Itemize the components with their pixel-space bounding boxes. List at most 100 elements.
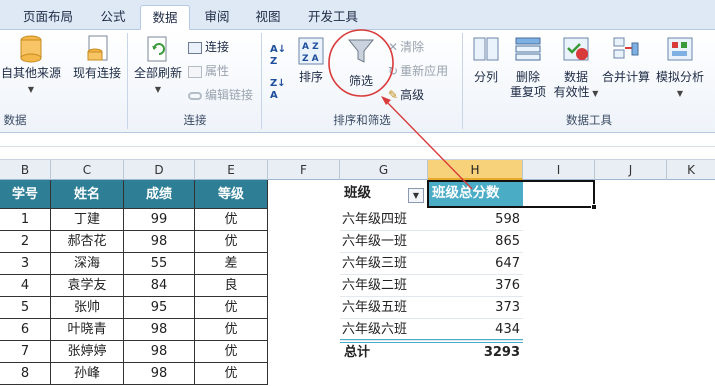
cell-grade[interactable]: 差: [195, 253, 268, 275]
connections-label: 连接: [205, 40, 230, 54]
cell-student-name[interactable]: 深海: [51, 253, 124, 275]
cell-score[interactable]: 98: [124, 363, 195, 385]
existing-connections-button[interactable]: 现有连接: [66, 34, 128, 81]
cell-class-score[interactable]: 376: [428, 275, 520, 297]
cell-grade[interactable]: 优: [195, 319, 268, 341]
filter-dropdown-icon[interactable]: ▼: [408, 188, 424, 203]
cell-score[interactable]: 98: [124, 341, 195, 363]
what-if-analysis-button[interactable]: 模拟分析 ▼: [652, 34, 708, 101]
column-header-i[interactable]: I: [523, 160, 595, 180]
worksheet-grid[interactable]: 学号 姓名 成绩 等级 1 丁建 99 优 2 郝杏花 98 优 3 深海 55 差 4 袁学友 84 良 5 张帅 95 优…: [0, 180, 715, 386]
cell-student-name[interactable]: 丁建: [51, 209, 124, 231]
cell-class-name[interactable]: 六年级一班: [342, 231, 428, 253]
cell-grade[interactable]: 优: [195, 209, 268, 231]
cell-score[interactable]: 99: [124, 209, 195, 231]
cell-score[interactable]: 98: [124, 319, 195, 341]
total-value[interactable]: 3293: [428, 342, 520, 364]
header-grade[interactable]: 等级: [195, 180, 268, 209]
column-header-c[interactable]: C: [51, 160, 124, 180]
fill-handle[interactable]: [591, 204, 597, 210]
group-separator: [462, 33, 463, 129]
header-score[interactable]: 成绩: [124, 180, 195, 209]
refresh-icon: [147, 36, 167, 62]
column-header-h[interactable]: H: [428, 160, 523, 180]
edit-links-button[interactable]: 编辑链接: [188, 86, 253, 104]
connections-button[interactable]: 连接: [188, 38, 229, 56]
properties-button[interactable]: 属性: [188, 62, 229, 80]
cell-class-score[interactable]: 647: [428, 253, 520, 275]
cell-student-name[interactable]: 孙峰: [51, 363, 124, 385]
reapply-button[interactable]: ↻ 重新应用: [388, 62, 448, 80]
cell-student-id[interactable]: 4: [0, 275, 51, 297]
what-if-icon: [667, 37, 693, 61]
tab-developer[interactable]: 开发工具: [298, 5, 368, 30]
cell-student-id[interactable]: 6: [0, 319, 51, 341]
clear-filter-button[interactable]: ✕ 清除: [388, 38, 424, 56]
cell-student-id[interactable]: 3: [0, 253, 51, 275]
tab-page-layout[interactable]: 页面布局: [12, 5, 84, 30]
column-header-d[interactable]: D: [124, 160, 195, 180]
cell-student-name[interactable]: 张婷婷: [51, 341, 124, 363]
tab-formulas[interactable]: 公式: [88, 5, 138, 30]
cell-class-name[interactable]: 六年级五班: [342, 297, 428, 319]
filter-button[interactable]: 筛选: [340, 36, 382, 89]
cell-score[interactable]: 55: [124, 253, 195, 275]
sort-az-button[interactable]: A↓ Z: [270, 44, 286, 67]
cell-class-score[interactable]: 373: [428, 297, 520, 319]
remove-duplicates-button[interactable]: 删除 重复项: [508, 34, 548, 100]
cell-grade[interactable]: 良: [195, 275, 268, 297]
svg-text:A Z: A Z: [302, 42, 319, 52]
group-label-data-tools: 数据工具: [566, 113, 612, 127]
cell-student-name[interactable]: 袁学友: [51, 275, 124, 297]
column-header-b[interactable]: B: [0, 160, 51, 180]
consolidate-button[interactable]: 合并计算: [600, 34, 652, 85]
tab-view[interactable]: 视图: [244, 5, 292, 30]
cell-student-id[interactable]: 7: [0, 341, 51, 363]
text-to-columns-button[interactable]: 分列: [466, 34, 506, 85]
data-validation-button[interactable]: 数据 有效性 ▼: [550, 34, 602, 101]
cell-class-score[interactable]: 434: [428, 319, 520, 341]
tab-review[interactable]: 审阅: [194, 5, 240, 30]
sort-za-button[interactable]: Z↓ A: [270, 78, 286, 101]
cell-class-name[interactable]: 六年级六班: [342, 319, 428, 341]
data-validation-label-2: 有效性: [553, 85, 590, 99]
cell-score[interactable]: 98: [124, 231, 195, 253]
cell-class-score[interactable]: 865: [428, 231, 520, 253]
tab-data[interactable]: 数据: [140, 5, 190, 30]
reapply-label: 重新应用: [400, 64, 449, 78]
column-header-j[interactable]: J: [595, 160, 667, 180]
cell-student-id[interactable]: 5: [0, 297, 51, 319]
cell-grade[interactable]: 优: [195, 231, 268, 253]
header-student-name[interactable]: 姓名: [51, 180, 124, 209]
cell-student-name[interactable]: 叶晓青: [51, 319, 124, 341]
column-header-e[interactable]: E: [195, 160, 268, 180]
from-other-sources-button[interactable]: 自其他来源 ▼: [0, 34, 62, 97]
refresh-all-button[interactable]: 全部刷新 ▼: [130, 34, 186, 97]
header-class[interactable]: 班级 ▼: [340, 180, 428, 207]
group-label-get-data: 数据: [3, 113, 27, 127]
cell-class-name[interactable]: 六年级四班: [342, 209, 428, 231]
sort-button[interactable]: A Z Z A 排序: [294, 36, 328, 85]
header-student-id[interactable]: 学号: [0, 180, 51, 209]
total-label[interactable]: 总计: [344, 342, 428, 364]
column-header-g[interactable]: G: [340, 160, 428, 180]
column-header-k[interactable]: K: [667, 160, 715, 180]
cell-score[interactable]: 84: [124, 275, 195, 297]
cell-grade[interactable]: 优: [195, 341, 268, 363]
cell-class-name[interactable]: 六年级三班: [342, 253, 428, 275]
pencil-icon: ✎: [388, 88, 399, 102]
link-icon: [188, 91, 202, 100]
cell-student-name[interactable]: 郝杏花: [51, 231, 124, 253]
column-header-f[interactable]: F: [268, 160, 340, 180]
cell-grade[interactable]: 优: [195, 363, 268, 385]
cell-student-id[interactable]: 2: [0, 231, 51, 253]
cell-student-id[interactable]: 1: [0, 209, 51, 231]
cell-student-id[interactable]: 8: [0, 363, 51, 385]
formula-bar[interactable]: [0, 133, 715, 160]
cell-score[interactable]: 95: [124, 297, 195, 319]
advanced-filter-button[interactable]: ✎ 高级: [388, 86, 424, 104]
cell-grade[interactable]: 优: [195, 297, 268, 319]
cell-student-name[interactable]: 张帅: [51, 297, 124, 319]
cell-class-name[interactable]: 六年级二班: [342, 275, 428, 297]
cell-class-score[interactable]: 598: [428, 209, 520, 231]
